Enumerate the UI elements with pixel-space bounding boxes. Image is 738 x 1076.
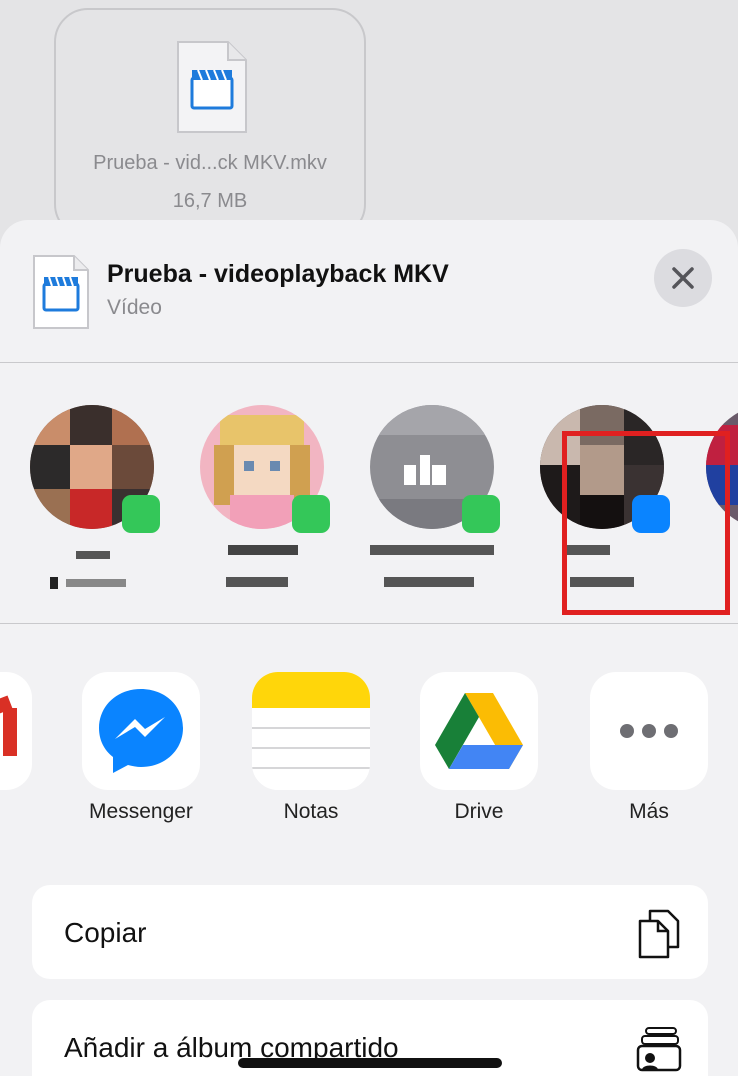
messenger-icon <box>82 672 200 790</box>
file-preview-card[interactable]: Prueba - vid...ck MKV.mkv 16,7 MB <box>54 8 366 238</box>
imessage-badge <box>292 495 330 533</box>
file-size: 16,7 MB <box>172 190 248 212</box>
copy-action[interactable]: Copiar <box>32 885 708 979</box>
video-file-icon <box>177 41 247 133</box>
video-file-icon <box>33 255 89 329</box>
imessage-badge <box>122 495 160 533</box>
copy-icon <box>638 909 680 959</box>
app-gmail[interactable] <box>0 672 32 790</box>
share-sheet-header: Prueba - videoplayback MKV Vídeo <box>0 220 738 363</box>
app-notes[interactable]: Notas <box>252 672 370 824</box>
google-drive-icon <box>420 672 538 790</box>
apps-row: Messenger Notas Drive Más <box>0 624 738 854</box>
imessage-badge <box>462 495 500 533</box>
contact-name-redacted <box>226 545 298 587</box>
close-icon <box>672 267 694 289</box>
file-name: Prueba - vid...ck MKV.mkv <box>93 152 327 174</box>
contact-item[interactable] <box>200 405 330 605</box>
share-sheet: Prueba - videoplayback MKV Vídeo Messeng… <box>0 220 738 1076</box>
contact-name-redacted <box>370 545 494 587</box>
gmail-icon <box>0 672 32 790</box>
app-more[interactable]: Más <box>590 672 708 824</box>
home-indicator <box>238 1058 502 1068</box>
more-icon <box>590 672 708 790</box>
share-subtitle: Vídeo <box>107 296 162 319</box>
share-title: Prueba - videoplayback MKV <box>107 260 449 288</box>
highlight-box <box>562 431 730 615</box>
app-drive[interactable]: Drive <box>420 672 538 824</box>
contact-name-redacted <box>50 551 126 589</box>
contact-item[interactable] <box>30 405 160 605</box>
app-label: Notas <box>283 800 339 823</box>
app-label: Más <box>629 800 669 823</box>
action-label: Copiar <box>64 917 147 948</box>
app-label: Messenger <box>89 800 193 823</box>
notes-icon <box>252 672 370 790</box>
close-button[interactable] <box>654 249 712 307</box>
app-label: Drive <box>454 800 504 823</box>
app-messenger[interactable]: Messenger <box>82 672 200 824</box>
contact-item[interactable] <box>370 405 500 605</box>
shared-album-icon <box>636 1027 682 1072</box>
